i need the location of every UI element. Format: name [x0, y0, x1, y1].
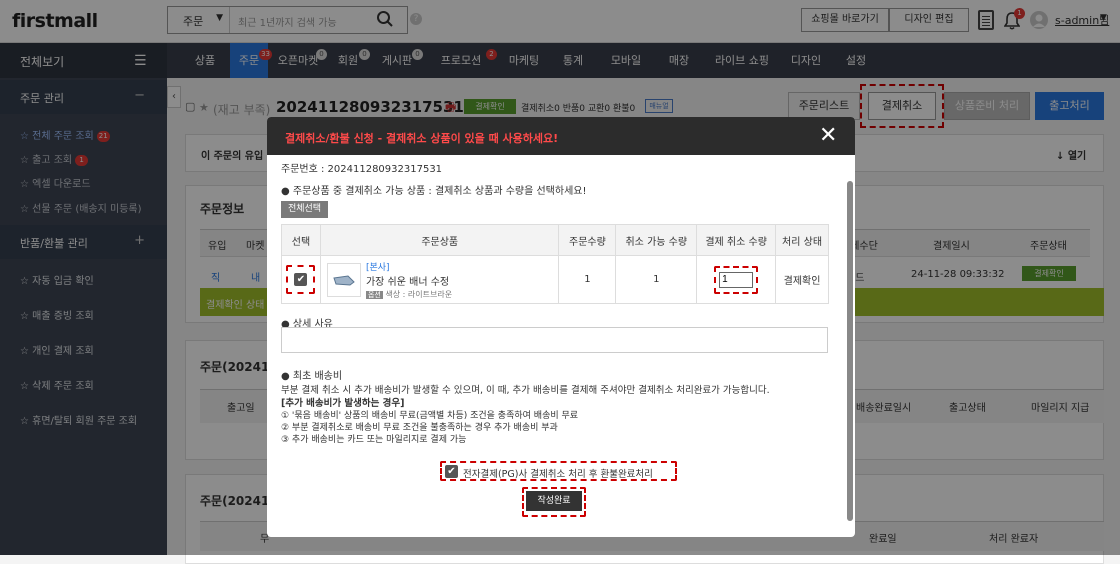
modal-scrollbar[interactable] [847, 181, 853, 521]
item-checkbox[interactable]: ✔ [294, 273, 308, 286]
column-header: 주문상품 [319, 224, 560, 256]
cancel-items-table: 선택 주문상품 주문수량 취소 가능 수량 결제 취소 수량 처리 상태 ✔ [… [281, 224, 829, 304]
shipping-label: ● 최초 배송비 [281, 371, 343, 382]
option-tag: 옵션 [365, 290, 383, 299]
table-row: ✔ [본사] 가장 쉬운 배너 수정 옵션 색상 : 라이트브라운 1 1 1 … [281, 255, 829, 304]
modal-title: 결제취소/환불 신청 - 결제취소 상품이 있을 때 사용하세요! [285, 132, 559, 145]
highlight-box: ✔ 전자결제(PG)사 결제취소 처리 후 환불완료처리 [440, 461, 677, 481]
select-cell: ✔ [281, 255, 321, 304]
submit-button[interactable]: 작성완료 [526, 491, 582, 511]
modal-order-number: 주문번호 : 20241128093231753​1 [281, 164, 443, 175]
column-header: 선택 [281, 224, 321, 256]
cancelable-quantity-cell: 1 [615, 255, 698, 304]
column-header: 처리 상태 [775, 224, 829, 256]
highlight-box [714, 265, 759, 294]
highlight-box: ✔ [286, 265, 316, 294]
cancel-quantity-cell [696, 255, 777, 304]
shipping-case-title: [추가 배송비가 발생하는 경우] [281, 398, 405, 409]
reason-textarea[interactable] [281, 327, 828, 353]
status-cell: 결제확인 [775, 255, 829, 304]
shipping-case-3: ③ 추가 배송비는 카드 또는 마일리지로 결제 가능 [281, 435, 467, 445]
cancel-quantity-input[interactable] [719, 271, 754, 288]
vendor-label: [본사] [365, 262, 390, 273]
column-header: 취소 가능 수량 [615, 224, 698, 256]
pg-refund-label: 전자결제(PG)사 결제취소 처리 후 환불완료처리 [463, 469, 653, 480]
cancel-refund-modal: 결제취소/환불 신청 - 결제취소 상품이 있을 때 사용하세요! ✕ 주문번호… [267, 117, 855, 537]
product-cell: [본사] 가장 쉬운 배너 수정 옵션 색상 : 라이트브라운 [319, 255, 560, 304]
select-info: ● 주문상품 중 결제취소 가능 상품 : 결제취소 상품과 수량을 선택하세요… [281, 186, 587, 197]
option-value: 색상 : 라이트브라운 [385, 289, 453, 299]
modal-body: 주문번호 : 20241128093231753​1 ● 주문상품 중 결제취소… [267, 155, 855, 537]
product-name[interactable]: 가장 쉬운 배너 수정 [366, 273, 452, 288]
column-header: 주문수량 [558, 224, 617, 256]
pg-refund-checkbox[interactable]: ✔ [445, 465, 458, 478]
quantity-cell: 1 [558, 255, 617, 304]
column-header: 결제 취소 수량 [696, 224, 777, 256]
product-thumbnail[interactable] [326, 262, 361, 297]
shipping-description: 부분 결제 취소 시 추가 배송비가 발생할 수 있으며, 이 때, 추가 배송… [281, 385, 770, 396]
close-icon[interactable]: ✕ [819, 123, 837, 148]
modal-header: 결제취소/환불 신청 - 결제취소 상품이 있을 때 사용하세요! ✕ [267, 117, 855, 155]
select-all-button[interactable]: 전체선택 [281, 201, 328, 218]
